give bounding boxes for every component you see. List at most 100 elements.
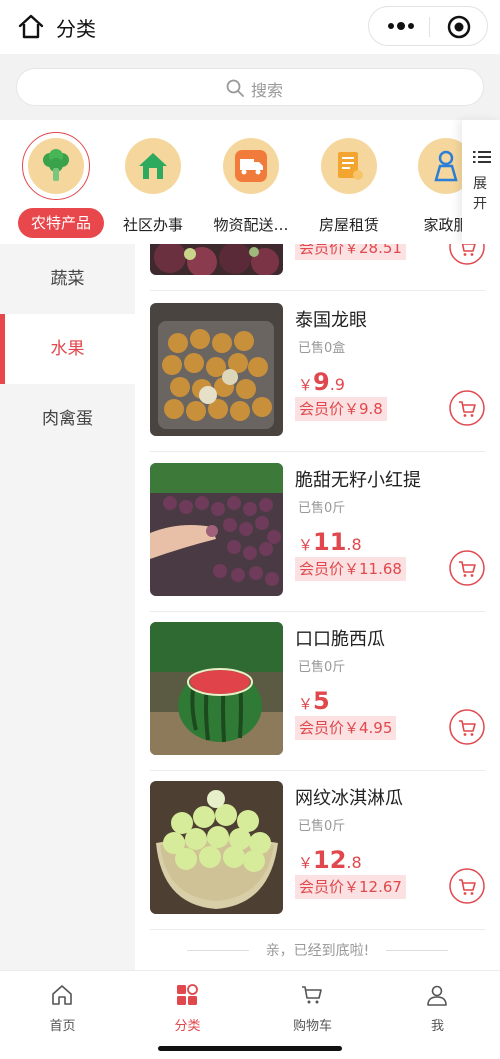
currency-symbol: ￥ [298,854,314,872]
tab-home[interactable]: 首页 [0,971,125,1041]
add-to-cart-icon[interactable] [449,390,485,426]
more-options-icon[interactable] [387,19,415,33]
delivery-truck-icon [235,150,267,182]
top-bar: 分类 [0,0,500,54]
miniprogram-capsule [368,6,488,46]
product-card[interactable]: 网纹冰淇淋瓜 已售0斤 ￥12.8 会员价￥12.67 [135,770,500,930]
price-integer: 5 [313,687,330,715]
category-grid-icon [177,984,198,1005]
category-label: 房屋租赁 [318,216,379,234]
category-icon-bg [28,138,84,194]
tab-cart[interactable]: 购物车 [250,971,375,1041]
product-image [150,463,283,596]
end-line-right [386,950,448,951]
price-integer: 9 [313,368,330,396]
product-card[interactable]: 脆甜无籽小红提 已售0斤 ￥11.8 会员价￥11.68 [135,452,500,612]
product-image [150,303,283,436]
product-name: 泰国龙眼 [295,310,367,331]
shopping-cart-icon [302,986,322,1004]
price-decimal: .8 [346,535,362,554]
currency-symbol: ￥ [298,695,314,713]
price-decimal: .9 [329,375,345,394]
home-icon [52,985,72,1005]
sold-count: 已售0斤 [298,660,346,675]
close-miniprogram-icon[interactable] [447,15,471,39]
category-label: 社区办事 [122,216,183,234]
sold-count: 已售0斤 [298,819,346,834]
user-icon [427,985,447,1006]
product-image [150,781,283,914]
category-row: 农特产品 社区办事 物资配送… 房屋租赁 家政服 [0,120,500,244]
sidebar-item-label: 肉禽蛋 [42,409,93,429]
home-indicator [158,1046,342,1051]
member-price: 会员价￥12.67 [295,875,406,899]
expand-label: 展开 [473,176,487,212]
add-to-cart-icon[interactable] [449,550,485,586]
product-price: ￥11.8 [298,528,362,556]
tab-label: 购物车 [292,1019,332,1034]
product-list: 会员价￥28.51 泰国龙眼 已售0盒 ￥9.9 会员价￥9.8 脆甜无籽小红提… [135,244,500,970]
product-image [150,244,283,275]
product-price: ￥12.8 [298,846,362,874]
product-name: 脆甜无籽小红提 [295,470,421,491]
search-icon [226,79,244,97]
divider [150,929,485,930]
sidebar-item-fruit[interactable]: 水果 [0,314,135,384]
contract-icon [338,152,363,180]
search-placeholder: 搜索 [251,81,284,100]
home-icon[interactable] [16,11,46,41]
category-item-wuzi[interactable]: 物资配送… [201,120,301,244]
currency-symbol: ￥ [298,536,314,554]
price-integer: 11 [313,528,347,556]
page-title: 分类 [56,17,96,41]
broccoli-icon [43,149,69,181]
member-price: 会员价￥9.8 [295,397,387,421]
search-area: 搜索 [0,54,500,120]
product-image [150,622,283,755]
price-integer: 12 [313,846,347,874]
category-label: 物资配送… [213,216,289,234]
product-card[interactable]: 泰国龙眼 已售0盒 ￥9.9 会员价￥9.8 [135,292,500,452]
currency-symbol: ￥ [298,376,314,394]
category-label: 农特产品 [18,208,104,238]
sold-count: 已售0盒 [298,341,346,356]
house-icon [139,153,167,179]
category-icon-bg [125,138,181,194]
tab-label: 分类 [174,1019,201,1034]
tab-category[interactable]: 分类 [125,971,250,1041]
add-to-cart-icon[interactable] [449,868,485,904]
list-icon [473,151,491,163]
category-icon-bg [223,138,279,194]
sold-count: 已售0斤 [298,501,346,516]
product-name: 网纹冰淇淋瓜 [295,788,403,809]
product-name: 口口脆西瓜 [295,629,385,650]
tab-me[interactable]: 我 [375,971,500,1041]
product-price: ￥9.9 [298,368,345,396]
active-indicator [0,314,5,384]
product-card[interactable]: 会员价￥28.51 [135,244,500,291]
category-item-shequ[interactable]: 社区办事 [103,120,203,244]
cleaner-icon [434,150,458,182]
add-to-cart-icon[interactable] [449,244,485,265]
sidebar-item-label: 蔬菜 [50,269,85,289]
member-price: 会员价￥4.95 [295,716,397,740]
tab-label: 首页 [49,1019,76,1034]
sidebar-item-vegetables[interactable]: 蔬菜 [0,244,135,314]
divider [150,290,485,291]
add-to-cart-icon[interactable] [449,709,485,745]
product-price: ￥5 [298,687,330,715]
member-price: 会员价￥11.68 [295,557,406,581]
expand-button[interactable]: 展开 [462,120,500,244]
search-input[interactable]: 搜索 [16,68,484,106]
tab-label: 我 [430,1019,444,1034]
category-item-nongte[interactable]: 农特产品 [6,120,106,244]
subcategory-sidebar: 蔬菜 水果 肉禽蛋 [0,244,135,970]
sidebar-item-label: 水果 [50,339,85,359]
sidebar-item-meat-poultry-eggs[interactable]: 肉禽蛋 [0,384,135,454]
category-icon-bg [321,138,377,194]
category-item-fangwu[interactable]: 房屋租赁 [299,120,399,244]
capsule-divider [429,17,430,37]
product-card[interactable]: 口口脆西瓜 已售0斤 ￥5 会员价￥4.95 [135,611,500,771]
member-price: 会员价￥28.51 [295,244,406,260]
price-decimal: .8 [346,853,362,872]
